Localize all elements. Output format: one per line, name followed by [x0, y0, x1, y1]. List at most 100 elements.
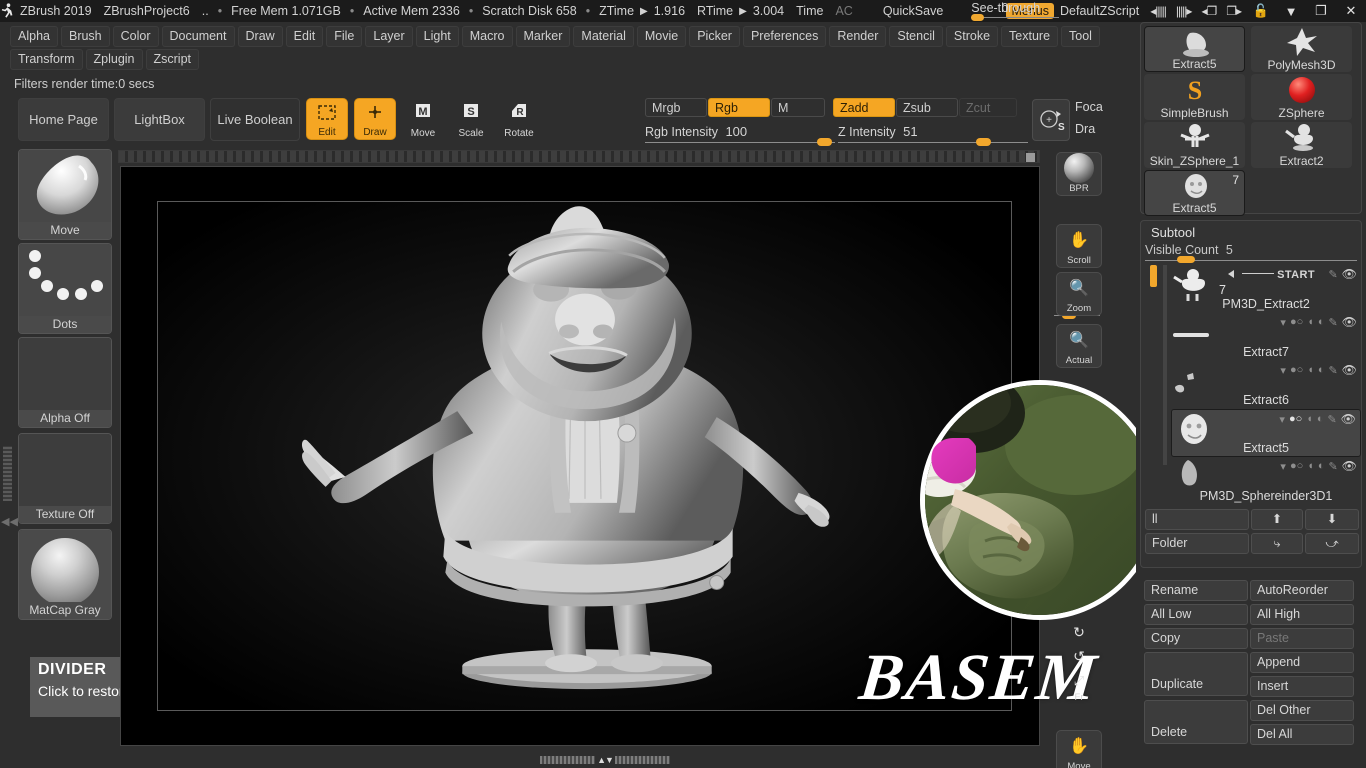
menu-item-preferences[interactable]: Preferences	[742, 26, 827, 47]
subtool-row-extract6[interactable]: ▾ ●○ ◖ ◐ ✎ 👁 Extract6	[1171, 361, 1361, 409]
draw-button[interactable]: Draw	[354, 98, 396, 140]
scroll-right-segment[interactable]	[614, 756, 670, 764]
tray-right-icon[interactable]: |||||▸	[1171, 4, 1197, 18]
rotate-button[interactable]: R Rotate	[498, 98, 540, 140]
menu-item-stroke[interactable]: Stroke	[945, 26, 999, 47]
brush-swatch[interactable]: Move	[18, 149, 112, 240]
menu-item-transform[interactable]: Transform	[10, 49, 83, 70]
subtool-scrollbar[interactable]	[1163, 265, 1167, 465]
frame-button[interactable]: ⤢ Fr	[1056, 670, 1102, 704]
visible-count-slider[interactable]: Visible Count 5	[1145, 243, 1233, 257]
tool-cell-polymesh3d[interactable]: PolyMesh3D	[1251, 26, 1352, 72]
subtool-scroll-marker[interactable]	[1150, 265, 1157, 287]
all-low-button[interactable]: All Low	[1144, 604, 1248, 625]
zoom-button[interactable]: 🔍 Zoom	[1056, 272, 1102, 316]
menu-item-material[interactable]: Material	[573, 26, 634, 47]
rgb-toggle[interactable]: Rgb	[708, 98, 770, 117]
eye-icon[interactable]: 👁	[1342, 315, 1357, 329]
paint-icon[interactable]: ✎	[1328, 413, 1337, 426]
paint-icon[interactable]: ✎	[1329, 268, 1338, 281]
menu-item-draw[interactable]: Draw	[237, 26, 283, 47]
menu-item-movie[interactable]: Movie	[636, 26, 687, 47]
move-into-folder-button[interactable]: ⤷	[1251, 533, 1303, 554]
canvas-top-ruler[interactable]	[118, 150, 1040, 163]
live-boolean-button[interactable]: Live Boolean	[210, 98, 300, 141]
scroll-button[interactable]: ✋ Scroll	[1056, 224, 1102, 268]
move-view-button[interactable]: ✋ Move	[1056, 730, 1102, 768]
chevron-down-icon[interactable]: ▾	[1279, 413, 1285, 426]
menu-item-color[interactable]: Color	[112, 26, 159, 47]
menu-item-zplugin[interactable]: Zplugin	[85, 49, 143, 70]
autoreorder-button[interactable]: AutoReorder	[1250, 580, 1354, 601]
menu-item-tool[interactable]: Tool	[1061, 26, 1100, 47]
stroke-swatch[interactable]: Dots	[18, 243, 112, 334]
all-high-button[interactable]: All High	[1250, 604, 1354, 625]
alpha-swatch[interactable]: Alpha Off	[18, 337, 112, 428]
tool-cell-extract2[interactable]: Extract2	[1251, 122, 1352, 168]
half-moon-icon[interactable]: ◖	[1307, 364, 1314, 376]
scroll-arrows-icon[interactable]: ▲▼	[597, 755, 614, 765]
restore-icon[interactable]: ❐	[1306, 3, 1336, 19]
rename-button[interactable]: Rename	[1144, 580, 1248, 601]
subtool-row-extract7[interactable]: ▾ ●○ ◖ ◐ ✎ 👁 Extract7	[1171, 313, 1361, 361]
copy-right-icon[interactable]: ❐▸	[1221, 4, 1246, 18]
visibility-dual-icon[interactable]: ●○	[1290, 460, 1303, 472]
eye-icon[interactable]: 👁	[1342, 459, 1357, 473]
mrgb-toggle[interactable]: Mrgb	[645, 98, 707, 117]
canvas-bottom-scroll[interactable]: ▲▼	[535, 755, 675, 765]
menu-item-layer[interactable]: Layer	[365, 26, 413, 47]
canvas-document[interactable]: مستقل mostaql.com	[157, 201, 1012, 711]
z-intensity-slider[interactable]: Z Intensity 51	[838, 124, 1028, 146]
menu-item-picker[interactable]: Picker	[689, 26, 740, 47]
chevron-down-icon[interactable]: ▾	[1280, 460, 1286, 473]
quicksave-button[interactable]: QuickSave	[877, 4, 949, 18]
unlock-icon[interactable]: 🔓	[1246, 3, 1276, 19]
minimize-icon[interactable]: ▼	[1276, 4, 1306, 19]
menu-item-stencil[interactable]: Stencil	[889, 26, 943, 47]
menu-item-brush[interactable]: Brush	[60, 26, 110, 47]
eye-icon[interactable]: 👁	[1342, 267, 1357, 281]
menu-item-document[interactable]: Document	[161, 26, 235, 47]
home-page-button[interactable]: Home Page	[18, 98, 109, 141]
left-tray-collapse-icon[interactable]: ◀◀	[1, 501, 18, 541]
del-other-button[interactable]: Del Other	[1250, 700, 1354, 721]
subtool-row-pm3d-extract2[interactable]: START 7 PM3D_Extract2 ✎ 👁	[1171, 265, 1361, 313]
copy-button[interactable]: Copy	[1144, 628, 1248, 649]
project-name[interactable]: ZBrushProject6	[98, 4, 196, 18]
contrast-icon[interactable]: ◐	[1318, 364, 1325, 376]
texture-swatch[interactable]: Texture Off	[18, 433, 112, 524]
visibility-dual-icon[interactable]: ●○	[1289, 413, 1302, 425]
visible-count-knob[interactable]	[1177, 256, 1195, 263]
subtool-row-icons[interactable]: ▾ ●○ ◖ ◐ ✎ 👁	[1279, 412, 1356, 426]
menu-item-marker[interactable]: Marker	[515, 26, 571, 47]
half-moon-icon[interactable]: ◖	[1307, 460, 1314, 472]
close-icon[interactable]: ✕	[1336, 3, 1366, 19]
menu-item-alpha[interactable]: Alpha	[10, 26, 58, 47]
contrast-icon[interactable]: ◐	[1318, 460, 1325, 472]
tool-cell-extract5-a[interactable]: Extract5	[1144, 26, 1245, 72]
move-out-folder-button[interactable]: ⤻	[1305, 533, 1359, 554]
m-toggle[interactable]: M	[771, 98, 825, 117]
subtool-row-icons[interactable]: ▾ ●○ ◖ ◐ ✎ 👁	[1280, 315, 1357, 329]
lightbox-button[interactable]: LightBox	[114, 98, 205, 141]
contrast-icon[interactable]: ◐	[1318, 316, 1325, 328]
tray-left-icon[interactable]: ◂|||||	[1145, 4, 1171, 18]
all-button[interactable]: ll	[1145, 509, 1249, 530]
subtool-row-icons[interactable]: ▾ ●○ ◖ ◐ ✎ 👁	[1280, 459, 1357, 473]
edit-button[interactable]: Edit	[306, 98, 348, 140]
subtool-row-icons[interactable]: ▾ ●○ ◖ ◐ ✎ 👁	[1280, 363, 1357, 377]
move-button[interactable]: M Move	[402, 98, 444, 140]
rotate-cw-button[interactable]: ↻	[1056, 620, 1102, 646]
subtool-row-pm3d-sphereinder3d1[interactable]: ▾ ●○ ◖ ◐ ✎ 👁 PM3D_Sphereinder3D1	[1171, 457, 1361, 505]
zsub-toggle[interactable]: Zsub	[896, 98, 958, 117]
chevron-down-icon[interactable]: ▾	[1280, 364, 1286, 377]
scale-button[interactable]: S Scale	[450, 98, 492, 140]
visibility-dual-icon[interactable]: ●○	[1290, 364, 1303, 376]
zscript-label[interactable]: DefaultZScript	[1054, 4, 1145, 18]
bpr-button[interactable]: BPR	[1056, 152, 1102, 196]
zadd-toggle[interactable]: Zadd	[833, 98, 895, 117]
duplicate-button[interactable]: Duplicate	[1144, 652, 1248, 696]
visibility-dual-icon[interactable]: ●○	[1290, 316, 1303, 328]
move-down-button[interactable]: ⬇	[1305, 509, 1359, 530]
menu-item-macro[interactable]: Macro	[461, 26, 513, 47]
